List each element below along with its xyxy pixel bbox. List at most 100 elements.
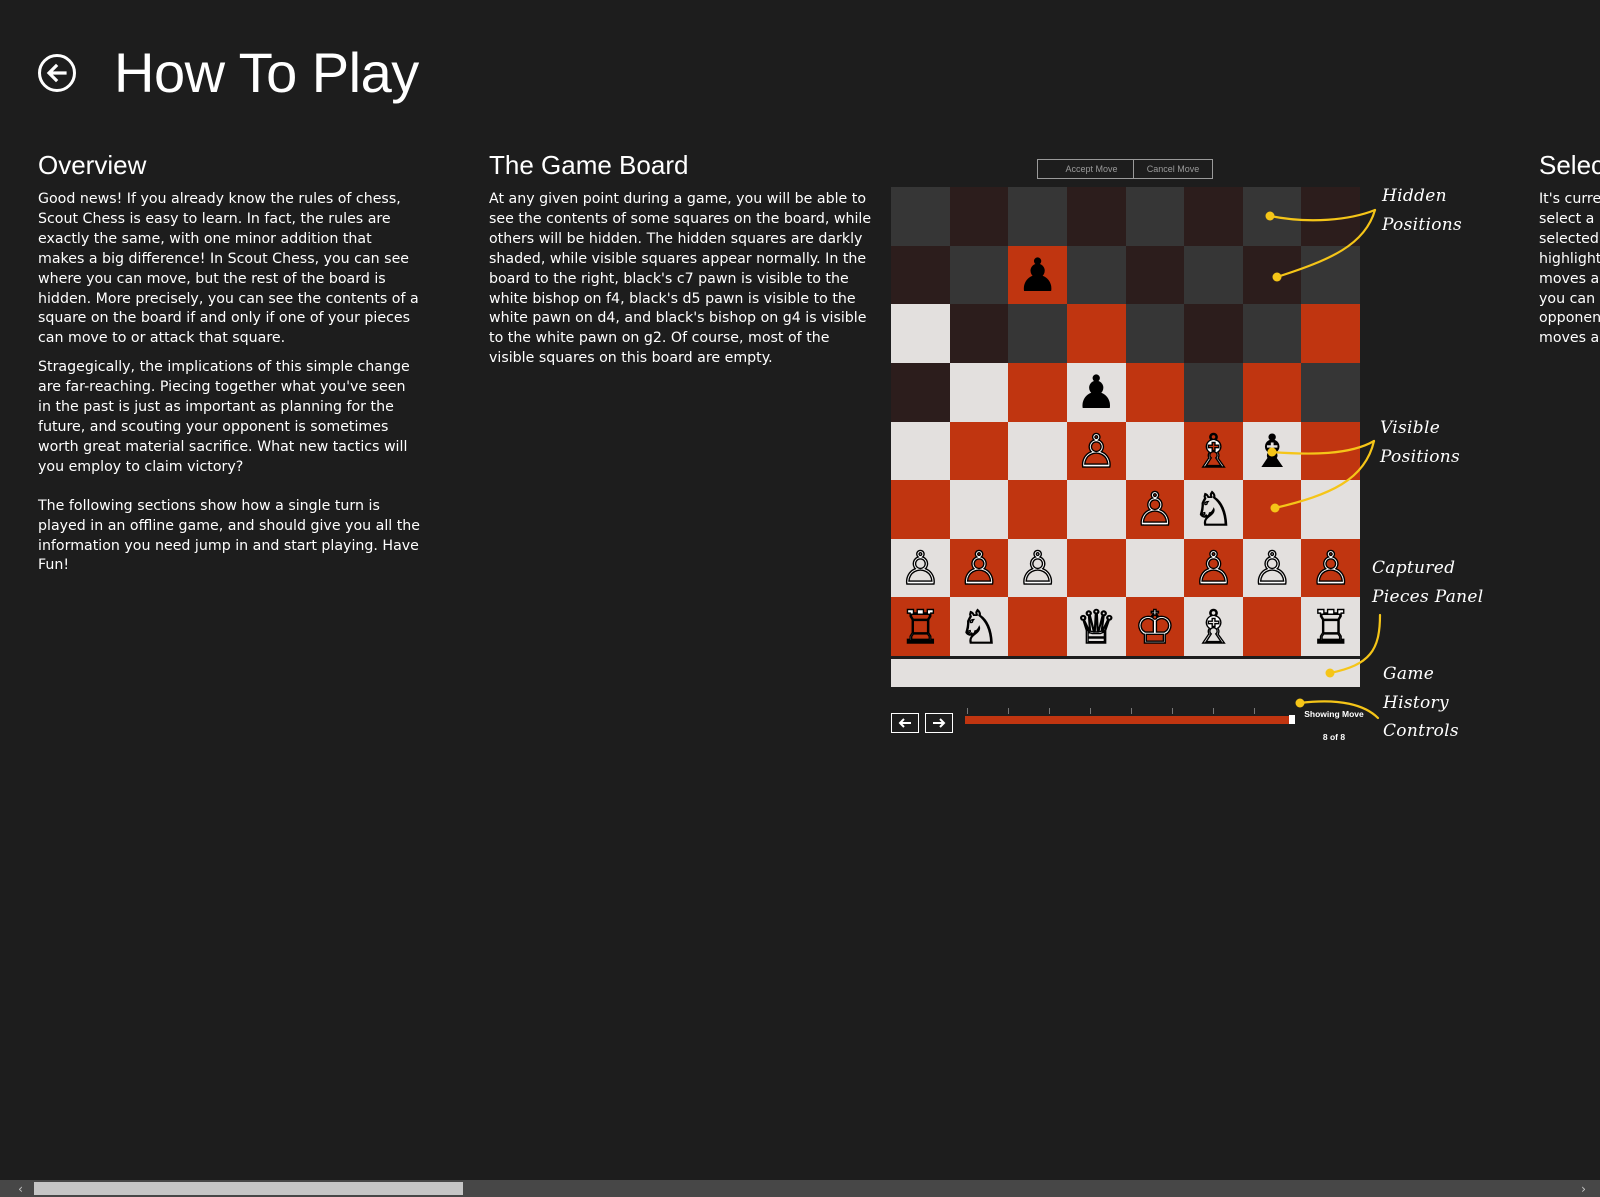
board-square-a1[interactable]: ♖ <box>891 597 950 656</box>
board-square-c4[interactable] <box>1008 421 1067 481</box>
chess-piece[interactable]: ♖ <box>899 603 942 650</box>
page-title: How To Play <box>114 41 419 104</box>
chess-piece[interactable]: ♟ <box>1017 252 1058 298</box>
board-square-b5[interactable] <box>949 362 1009 422</box>
chess-piece[interactable]: ♘ <box>1192 486 1235 533</box>
board-square-f6[interactable] <box>1184 304 1243 363</box>
board-square-g7[interactable] <box>1242 245 1302 305</box>
board-square-a8[interactable] <box>891 187 950 246</box>
board-square-f2[interactable]: ♙ <box>1184 538 1243 598</box>
board-square-e5[interactable] <box>1125 362 1185 422</box>
board-square-h4[interactable] <box>1301 421 1360 481</box>
board-square-g8[interactable] <box>1242 187 1302 246</box>
chess-piece[interactable]: ♙ <box>1075 427 1118 474</box>
select-text-line: opponent <box>1539 310 1600 327</box>
board-square-g5[interactable] <box>1242 362 1302 422</box>
chess-piece[interactable]: ♖ <box>1309 603 1352 650</box>
board-square-a2[interactable]: ♙ <box>891 538 950 598</box>
board-square-e1[interactable]: ♔ <box>1125 597 1185 656</box>
chess-piece[interactable]: ♙ <box>1133 486 1176 533</box>
chess-piece[interactable]: ♔ <box>1133 603 1176 650</box>
history-next-button[interactable] <box>925 713 953 733</box>
board-square-e7[interactable] <box>1125 245 1185 305</box>
chess-piece[interactable]: ♙ <box>1192 544 1235 591</box>
board-square-g1[interactable] <box>1242 597 1302 656</box>
board-square-h5[interactable] <box>1301 362 1360 422</box>
board-square-d4[interactable]: ♙ <box>1066 421 1126 481</box>
scrollbar-thumb[interactable] <box>34 1182 463 1195</box>
board-square-b2[interactable]: ♙ <box>949 538 1009 598</box>
board-square-f1[interactable]: ♗ <box>1184 597 1243 656</box>
board-square-a3[interactable] <box>891 480 950 539</box>
chess-piece[interactable]: ♙ <box>1251 544 1294 591</box>
board-square-b3[interactable] <box>949 480 1009 539</box>
history-slider-track[interactable] <box>965 708 1293 724</box>
board-square-c7[interactable]: ♟ <box>1008 245 1067 305</box>
board-square-g2[interactable]: ♙ <box>1242 538 1302 598</box>
board-square-f7[interactable] <box>1184 245 1243 305</box>
board-square-g6[interactable] <box>1242 304 1302 363</box>
board-square-g4[interactable]: ♝ <box>1242 421 1302 481</box>
cancel-move-button[interactable]: Cancel Move <box>1133 159 1213 179</box>
chess-piece[interactable]: ♗ <box>1192 427 1235 474</box>
board-square-e8[interactable] <box>1125 187 1185 246</box>
chess-piece[interactable]: ♙ <box>899 544 942 591</box>
board-square-a4[interactable] <box>891 421 950 481</box>
board-square-e4[interactable] <box>1125 421 1185 481</box>
board-square-a7[interactable] <box>891 245 950 305</box>
board-square-d7[interactable] <box>1066 245 1126 305</box>
board-square-e3[interactable]: ♙ <box>1125 480 1185 539</box>
board-square-c3[interactable] <box>1008 480 1067 539</box>
board-square-d6[interactable] <box>1066 304 1126 363</box>
board-square-f3[interactable]: ♘ <box>1184 480 1243 539</box>
chess-piece[interactable]: ♙ <box>1309 544 1352 591</box>
board-square-f5[interactable] <box>1184 362 1243 422</box>
board-square-d2[interactable] <box>1066 538 1126 598</box>
game-board-paragraph: At any given point during a game, you wi… <box>489 191 872 367</box>
chess-piece[interactable]: ♘ <box>958 603 1001 650</box>
board-square-b6[interactable] <box>949 304 1009 363</box>
chess-piece[interactable]: ♟ <box>1076 369 1117 415</box>
board-square-d5[interactable]: ♟ <box>1066 362 1126 422</box>
board-square-f4[interactable]: ♗ <box>1184 421 1243 481</box>
board-square-d3[interactable] <box>1066 480 1126 539</box>
board-square-a6[interactable] <box>891 304 950 363</box>
board-square-f8[interactable] <box>1184 187 1243 246</box>
board-square-c5[interactable] <box>1008 362 1067 422</box>
chess-piece[interactable]: ♙ <box>1016 544 1059 591</box>
board-square-a5[interactable] <box>891 362 950 422</box>
board-square-h6[interactable] <box>1301 304 1360 363</box>
horizontal-scrollbar[interactable]: ‹ › <box>0 1180 1600 1197</box>
board-square-h7[interactable] <box>1301 245 1360 305</box>
board-square-b8[interactable] <box>949 187 1009 246</box>
board-square-h8[interactable] <box>1301 187 1360 246</box>
board-square-h3[interactable] <box>1301 480 1360 539</box>
chess-piece[interactable]: ♝ <box>1251 428 1292 474</box>
history-prev-button[interactable] <box>891 713 919 733</box>
board-square-h2[interactable]: ♙ <box>1301 538 1360 598</box>
chess-board[interactable]: ♟ ♟ ♙ ♗ ♝ ♙ ♘ ♙ ♙ ♙ ♙ ♙ ♙ ♖ ♘ ♕ ♔ ♗ ♖ <box>891 187 1360 656</box>
scroll-right-icon[interactable]: › <box>1575 1180 1592 1197</box>
accept-move-button[interactable]: Accept Move <box>1037 159 1146 179</box>
board-square-c2[interactable]: ♙ <box>1008 538 1067 598</box>
board-square-b4[interactable] <box>949 421 1009 481</box>
history-slider-thumb[interactable] <box>1289 715 1295 724</box>
board-square-d8[interactable] <box>1066 187 1126 246</box>
back-button[interactable] <box>38 54 76 92</box>
board-square-e6[interactable] <box>1125 304 1185 363</box>
board-square-b1[interactable]: ♘ <box>949 597 1009 656</box>
board-square-c1[interactable] <box>1008 597 1067 656</box>
annotation-line: Controls <box>1383 721 1459 741</box>
scroll-left-icon[interactable]: ‹ <box>12 1180 29 1197</box>
board-square-e2[interactable] <box>1125 538 1185 598</box>
chess-piece[interactable]: ♕ <box>1075 603 1118 650</box>
board-square-b7[interactable] <box>949 245 1009 305</box>
board-square-d1[interactable]: ♕ <box>1066 597 1126 656</box>
board-square-g3[interactable] <box>1242 480 1302 539</box>
board-square-h1[interactable]: ♖ <box>1301 597 1360 656</box>
chess-piece[interactable]: ♙ <box>958 544 1001 591</box>
select-text-line: moves are <box>1539 270 1600 287</box>
chess-piece[interactable]: ♗ <box>1192 603 1235 650</box>
board-square-c6[interactable] <box>1008 304 1067 363</box>
board-square-c8[interactable] <box>1008 187 1067 246</box>
